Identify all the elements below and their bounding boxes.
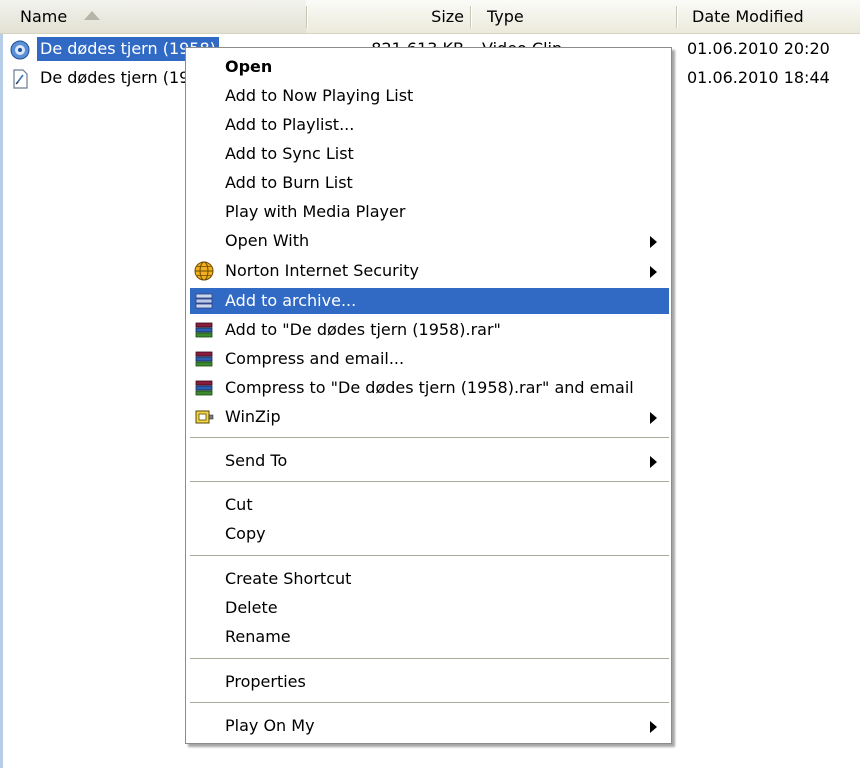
submenu-arrow-icon bbox=[650, 236, 657, 248]
menu-item-label: Add to Now Playing List bbox=[225, 86, 414, 105]
menu-item-rename[interactable]: Rename bbox=[190, 624, 669, 650]
column-header-type[interactable]: Type bbox=[487, 0, 524, 33]
menu-item-add-to-sync-list[interactable]: Add to Sync List bbox=[190, 141, 669, 167]
column-divider[interactable] bbox=[676, 6, 677, 28]
menu-item-label: Open With bbox=[225, 231, 310, 250]
winrar-books-icon bbox=[195, 293, 213, 309]
menu-item-add-to-now-playing-list[interactable]: Add to Now Playing List bbox=[190, 83, 669, 109]
winrar-books-icon bbox=[195, 351, 213, 367]
menu-item-properties[interactable]: Properties bbox=[190, 669, 669, 695]
menu-item-label: Add to Burn List bbox=[225, 173, 353, 192]
text-file-icon bbox=[13, 69, 28, 89]
menu-item-open-with[interactable]: Open With bbox=[190, 228, 669, 254]
menu-separator bbox=[190, 437, 669, 439]
menu-item-delete[interactable]: Delete bbox=[190, 595, 669, 621]
menu-item-label: Create Shortcut bbox=[225, 569, 352, 588]
menu-item-label: Properties bbox=[225, 672, 306, 691]
submenu-arrow-icon bbox=[650, 721, 657, 733]
menu-item-compress-and-email[interactable]: Compress and email... bbox=[190, 346, 669, 372]
menu-item-compress-to-rar-and-email[interactable]: Compress to "De dødes tjern (1958).rar" … bbox=[190, 375, 669, 401]
column-header-date-modified[interactable]: Date Modified bbox=[692, 0, 804, 33]
menu-item-label: Add to "De dødes tjern (1958).rar" bbox=[225, 320, 501, 339]
menu-separator bbox=[190, 658, 669, 660]
menu-item-copy[interactable]: Copy bbox=[190, 521, 669, 547]
menu-separator bbox=[190, 555, 669, 557]
menu-item-add-to-playlist[interactable]: Add to Playlist... bbox=[190, 112, 669, 138]
menu-item-label: Copy bbox=[225, 524, 266, 543]
menu-item-play-with-media-player[interactable]: Play with Media Player bbox=[190, 199, 669, 225]
menu-separator bbox=[190, 481, 669, 483]
menu-item-add-to-archive[interactable]: Add to archive... bbox=[190, 288, 669, 314]
menu-item-cut[interactable]: Cut bbox=[190, 492, 669, 518]
pane-edge bbox=[0, 34, 3, 768]
submenu-arrow-icon bbox=[650, 456, 657, 468]
menu-item-label: Delete bbox=[225, 598, 278, 617]
column-divider[interactable] bbox=[470, 6, 471, 28]
menu-item-add-to-burn-list[interactable]: Add to Burn List bbox=[190, 170, 669, 196]
menu-item-label: Cut bbox=[225, 495, 253, 514]
menu-item-label: Add to archive... bbox=[225, 291, 357, 310]
menu-item-label: Open bbox=[225, 57, 273, 76]
menu-item-label: Compress and email... bbox=[225, 349, 405, 368]
context-menu: Open Add to Now Playing List Add to Play… bbox=[185, 47, 672, 744]
norton-globe-icon bbox=[194, 261, 214, 281]
menu-item-label: Send To bbox=[225, 451, 288, 470]
menu-item-winzip[interactable]: WinZip bbox=[190, 404, 669, 430]
column-header-bar: Name Size Type Date Modified bbox=[0, 0, 860, 34]
menu-item-label: Add to Sync List bbox=[225, 144, 354, 163]
menu-separator bbox=[190, 702, 669, 704]
menu-item-create-shortcut[interactable]: Create Shortcut bbox=[190, 566, 669, 592]
menu-item-label: Play On My bbox=[225, 716, 315, 735]
menu-item-norton-internet-security[interactable]: Norton Internet Security bbox=[190, 258, 669, 284]
menu-item-send-to[interactable]: Send To bbox=[190, 448, 669, 474]
submenu-arrow-icon bbox=[650, 266, 657, 278]
winzip-vise-icon bbox=[195, 410, 214, 424]
menu-item-label: Compress to "De dødes tjern (1958).rar" … bbox=[225, 378, 634, 397]
submenu-arrow-icon bbox=[650, 412, 657, 424]
menu-item-label: Play with Media Player bbox=[225, 202, 406, 221]
menu-item-label: Rename bbox=[225, 627, 291, 646]
video-file-icon bbox=[10, 40, 30, 60]
menu-item-add-to-rar[interactable]: Add to "De dødes tjern (1958).rar" bbox=[190, 317, 669, 343]
sort-ascending-icon bbox=[84, 11, 100, 20]
winrar-books-icon bbox=[195, 322, 213, 338]
column-header-size[interactable]: Size bbox=[306, 0, 464, 33]
column-header-name[interactable]: Name bbox=[0, 0, 306, 33]
file-date-modified: 01.06.2010 20:20 bbox=[687, 39, 830, 58]
menu-item-label: Norton Internet Security bbox=[225, 261, 419, 280]
menu-item-label: WinZip bbox=[225, 407, 281, 426]
menu-item-label: Add to Playlist... bbox=[225, 115, 355, 134]
file-date-modified: 01.06.2010 18:44 bbox=[687, 68, 830, 87]
winrar-books-icon bbox=[195, 380, 213, 396]
column-header-name-label: Name bbox=[20, 7, 68, 26]
menu-item-play-on-my[interactable]: Play On My bbox=[190, 713, 669, 739]
menu-item-open[interactable]: Open bbox=[190, 54, 669, 80]
